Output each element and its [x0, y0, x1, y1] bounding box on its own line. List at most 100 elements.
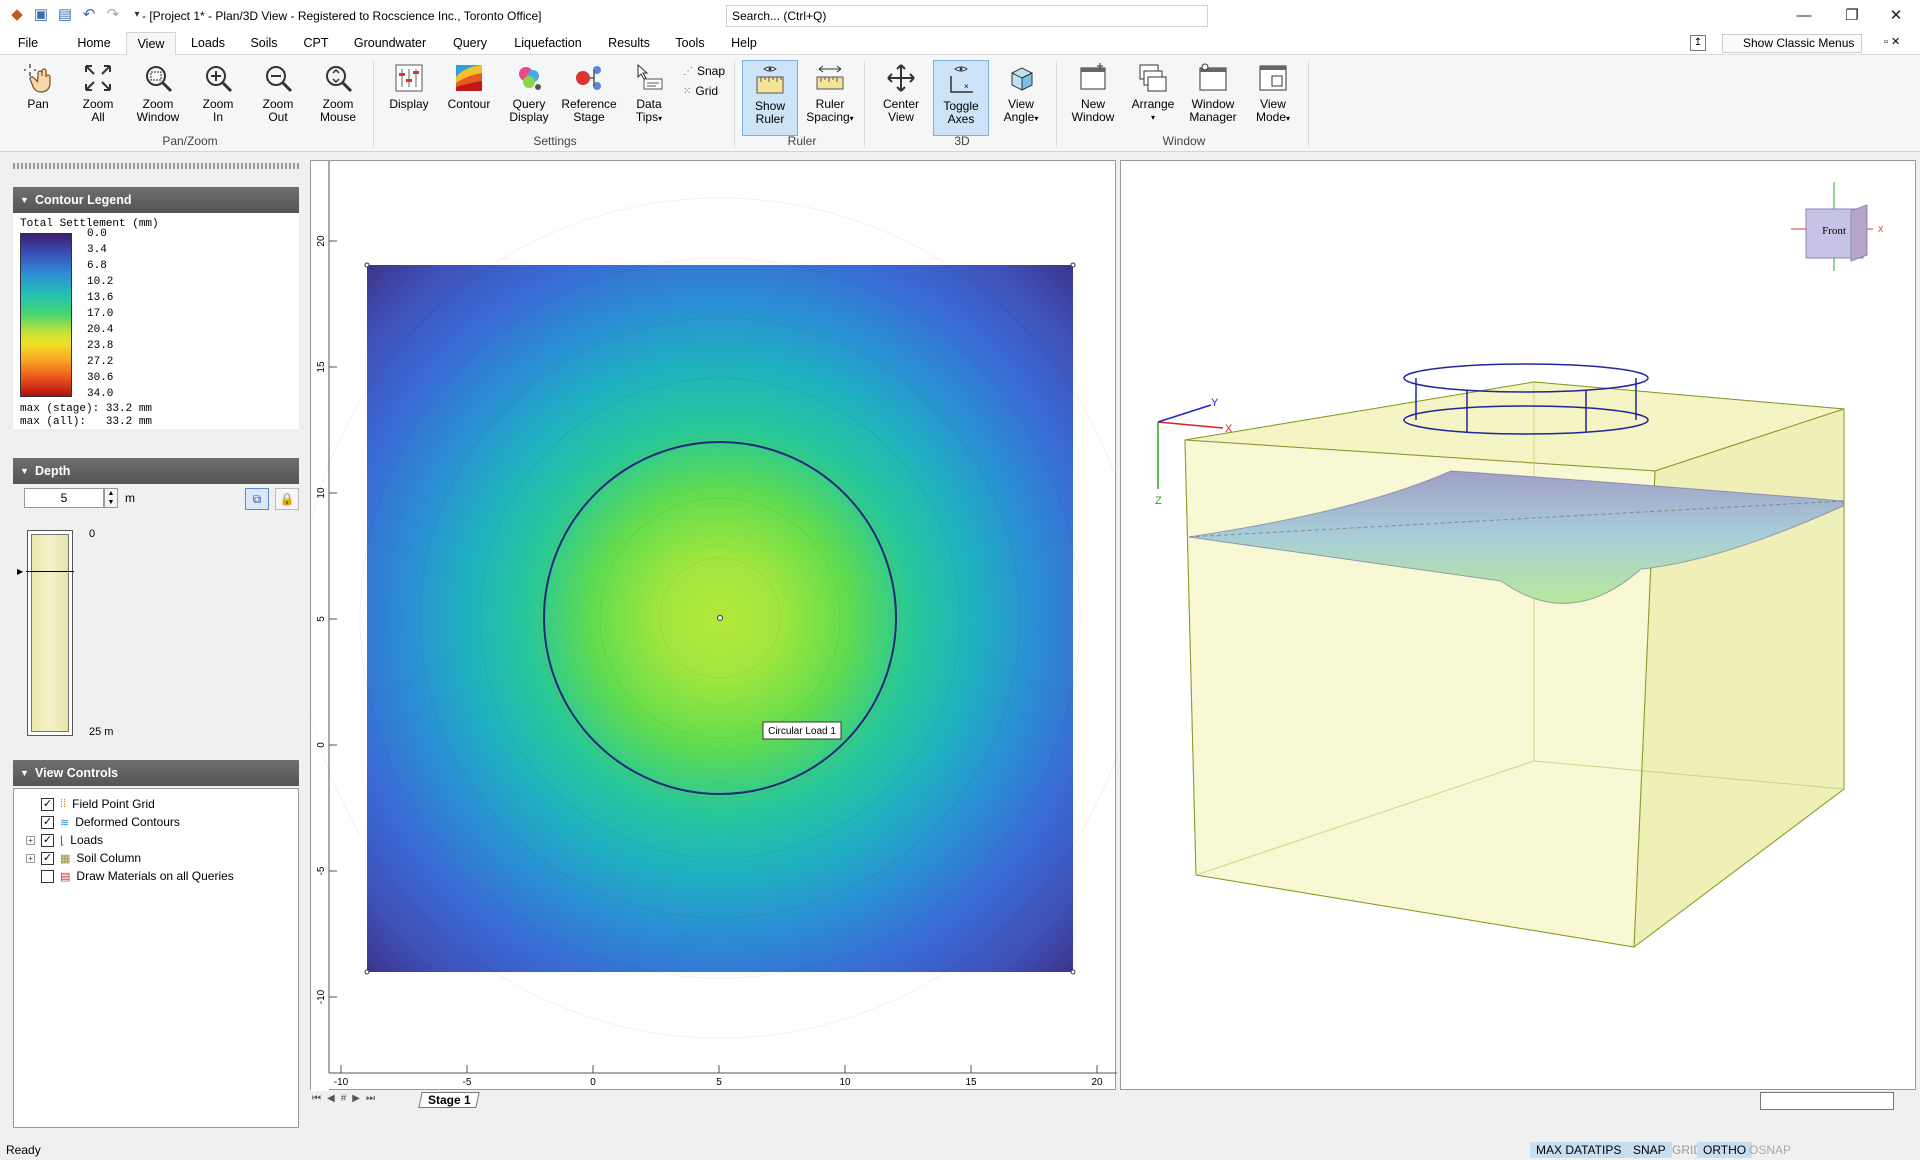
- reference-stage-button[interactable]: Reference Stage: [561, 59, 617, 135]
- zoom-all-label-2: All: [91, 110, 105, 124]
- undo-icon[interactable]: ↶: [80, 5, 98, 23]
- tab-home[interactable]: Home: [70, 32, 118, 55]
- new-window-button[interactable]: New Window: [1065, 59, 1121, 135]
- 3d-view-canvas[interactable]: X Y Z Front X: [1121, 161, 1917, 1091]
- expand-icon[interactable]: +: [26, 853, 35, 863]
- search-input[interactable]: Search... (Ctrl+Q): [726, 5, 1208, 27]
- zoom-out-button[interactable]: Zoom Out: [250, 59, 306, 135]
- view-cube-front-label[interactable]: Front: [1822, 225, 1846, 237]
- save-icon[interactable]: ▣: [32, 5, 50, 23]
- display-button[interactable]: Display: [381, 59, 437, 135]
- restore-icon[interactable]: ❐: [1832, 4, 1872, 28]
- close-icon[interactable]: ✕: [1876, 4, 1916, 28]
- minimize-icon[interactable]: —: [1784, 4, 1824, 28]
- 3d-view[interactable]: X Y Z Front X: [1120, 160, 1916, 1090]
- save-all-icon[interactable]: ▤: [56, 5, 74, 23]
- view-control-deformed-contours[interactable]: ✓ ≋ Deformed Contours: [26, 813, 180, 831]
- tab-soils[interactable]: Soils: [244, 32, 284, 55]
- stage-number-icon[interactable]: #: [341, 1093, 347, 1104]
- tab-liquefaction[interactable]: Liquefaction: [508, 32, 588, 55]
- next-stage-icon[interactable]: ▶: [352, 1093, 360, 1104]
- zoom-mouse-button[interactable]: Zoom Mouse: [310, 59, 366, 135]
- plan-view-canvas[interactable]: 20 15 10 5 0 -5 -10 -10 -5 0 5 10 15 20 …: [299, 161, 1141, 1091]
- checkbox-unchecked[interactable]: [41, 869, 54, 883]
- collapse-ribbon-icon[interactable]: ↥: [1690, 35, 1706, 51]
- group-label-settings: Settings: [533, 134, 577, 148]
- tab-view[interactable]: View: [126, 32, 176, 55]
- tab-loads[interactable]: Loads: [186, 32, 230, 55]
- zoom-all-button[interactable]: Zoom All: [70, 59, 126, 135]
- view-control-loads[interactable]: + ✓ ⌊ Loads: [26, 831, 103, 849]
- tab-help[interactable]: Help: [724, 32, 764, 55]
- dropdown-arrow-icon: ▾: [1150, 113, 1155, 122]
- x-tick-label: 0: [590, 1077, 596, 1088]
- max-datatips-toggle[interactable]: MAX DATATIPS: [1530, 1142, 1628, 1158]
- tab-groundwater[interactable]: Groundwater: [350, 32, 430, 55]
- stage-1-tab[interactable]: Stage 1: [418, 1092, 480, 1108]
- ruler-spacing-button[interactable]: Ruler Spacing▾: [802, 59, 858, 135]
- view-mode-button[interactable]: View Mode▾: [1245, 59, 1301, 135]
- last-stage-icon[interactable]: ⏭: [366, 1093, 375, 1104]
- pan-button[interactable]: Pan: [10, 59, 66, 135]
- view-control-draw-materials[interactable]: ▤ Draw Materials on all Queries: [26, 867, 234, 885]
- checkbox-checked[interactable]: ✓: [41, 833, 54, 847]
- mdi-window-controls-icon[interactable]: ▫ ✕: [1884, 35, 1900, 48]
- view-control-field-point-grid[interactable]: ✓ ⁞⁞ Field Point Grid: [26, 795, 155, 813]
- checkbox-checked[interactable]: ✓: [41, 797, 54, 811]
- prev-stage-icon[interactable]: ◀: [327, 1093, 335, 1104]
- snap-toggle[interactable]: ⋰ Snap: [683, 64, 725, 78]
- view-cube[interactable]: Front X: [1791, 182, 1884, 271]
- new-window-icon: [1076, 61, 1110, 95]
- redo-icon[interactable]: ↷: [104, 5, 122, 23]
- display-label: Display: [389, 97, 429, 111]
- grid-toggle[interactable]: ⁙ Grid: [683, 84, 718, 98]
- view-control-soil-column[interactable]: + ✓ ▦ Soil Column: [26, 849, 141, 867]
- soil-volume-box[interactable]: [1184, 381, 1845, 949]
- tab-results[interactable]: Results: [604, 32, 654, 55]
- depth-sync-icon[interactable]: ⧉: [245, 488, 269, 510]
- view-controls-header[interactable]: View Controls: [13, 760, 299, 786]
- stage-tab-label: Stage 1: [427, 1093, 471, 1107]
- tab-file[interactable]: File: [8, 32, 48, 55]
- tab-cpt[interactable]: CPT: [298, 32, 334, 55]
- tab-tools[interactable]: Tools: [668, 32, 712, 55]
- first-stage-icon[interactable]: ⏮: [312, 1093, 321, 1104]
- arrange-button[interactable]: Arrange ▾: [1125, 59, 1181, 135]
- data-tips-button[interactable]: Data Tips▾: [621, 59, 677, 135]
- zoom-window-button[interactable]: Zoom Window: [130, 59, 186, 135]
- ribbon: Pan Zoom All Zoom Window Zoom In Zoom Ou…: [0, 55, 1920, 152]
- soil-column-preview[interactable]: [26, 530, 74, 736]
- zoom-window-icon: [141, 61, 175, 95]
- lock-icon[interactable]: 🔒: [275, 488, 299, 510]
- tab-query[interactable]: Query: [448, 32, 492, 55]
- quick-access-toolbar: ◆ ▣ ▤ ↶ ↷ ▾: [8, 5, 146, 23]
- y-tick-label: 0: [316, 742, 327, 748]
- expand-icon[interactable]: +: [26, 835, 35, 845]
- load-center-point[interactable]: [717, 615, 723, 621]
- center-view-button[interactable]: Center View: [873, 59, 929, 135]
- zoom-in-button[interactable]: Zoom In: [190, 59, 246, 135]
- legend-max-all: max (all): 33.2 mm: [20, 416, 153, 428]
- contour-legend-header[interactable]: Contour Legend: [13, 187, 299, 213]
- contour-button[interactable]: Contour: [441, 59, 497, 135]
- field-point-grid-icon: ⁞⁞: [60, 798, 67, 810]
- panel-grip[interactable]: [13, 163, 299, 169]
- show-ruler-button[interactable]: Show Ruler: [742, 60, 798, 136]
- checkbox-checked[interactable]: ✓: [41, 851, 54, 865]
- query-display-button[interactable]: Query Display: [501, 59, 557, 135]
- snap-status-toggle[interactable]: SNAP: [1627, 1142, 1672, 1158]
- depth-marker-line[interactable]: [26, 571, 74, 572]
- depth-input[interactable]: 5: [24, 488, 104, 508]
- x-tick-label: 5: [716, 1077, 722, 1088]
- checkbox-checked[interactable]: ✓: [41, 815, 54, 829]
- depth-header[interactable]: Depth: [13, 458, 299, 484]
- show-classic-menus-button[interactable]: Show Classic Menus: [1722, 34, 1862, 53]
- depth-spinner[interactable]: ▲ ▼: [104, 488, 118, 508]
- window-manager-button[interactable]: Window Manager: [1185, 59, 1241, 135]
- toggle-axes-button[interactable]: × Toggle Axes: [933, 60, 989, 136]
- view-angle-button[interactable]: View Angle▾: [993, 59, 1049, 135]
- stage-navigation[interactable]: ⏮ ◀ # ▶ ⏭: [312, 1093, 375, 1104]
- plan-view[interactable]: 20 15 10 5 0 -5 -10 -10 -5 0 5 10 15 20 …: [299, 160, 1141, 1091]
- zoom-mouse-label-2: Mouse: [319, 110, 357, 124]
- osnap-status-toggle[interactable]: OSNAP: [1743, 1142, 1797, 1158]
